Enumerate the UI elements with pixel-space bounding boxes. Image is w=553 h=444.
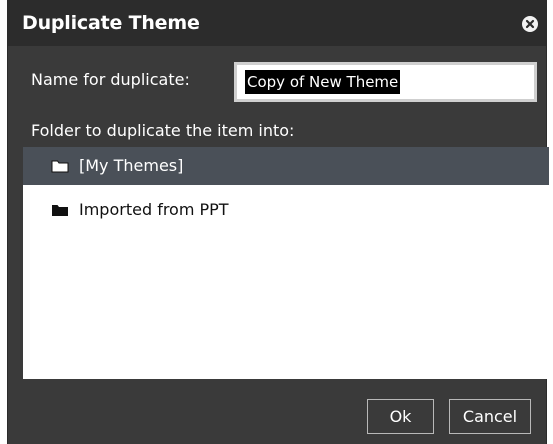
folder-item-imported-from-ppt[interactable]: Imported from PPT [23,191,549,229]
folder-list[interactable]: [My Themes] Imported from PPT [23,147,549,379]
dialog-title: Duplicate Theme [22,12,200,34]
folder-item-label: [My Themes] [79,156,184,175]
name-label: Name for duplicate: [31,70,190,89]
close-icon [525,19,535,29]
cancel-button[interactable]: Cancel [449,399,531,434]
folder-icon [51,160,69,173]
dialog-titlebar: Duplicate Theme [8,0,546,46]
folder-icon [52,205,68,216]
close-button[interactable] [522,16,538,32]
folder-item-label: Imported from PPT [79,200,229,219]
folder-label: Folder to duplicate the item into: [31,121,295,140]
duplicate-theme-dialog: Duplicate Theme Name for duplicate: Copy… [7,0,549,444]
ok-button[interactable]: Ok [367,399,434,434]
folder-item-my-themes[interactable]: [My Themes] [23,147,549,185]
name-input-value[interactable]: Copy of New Theme [245,70,401,94]
